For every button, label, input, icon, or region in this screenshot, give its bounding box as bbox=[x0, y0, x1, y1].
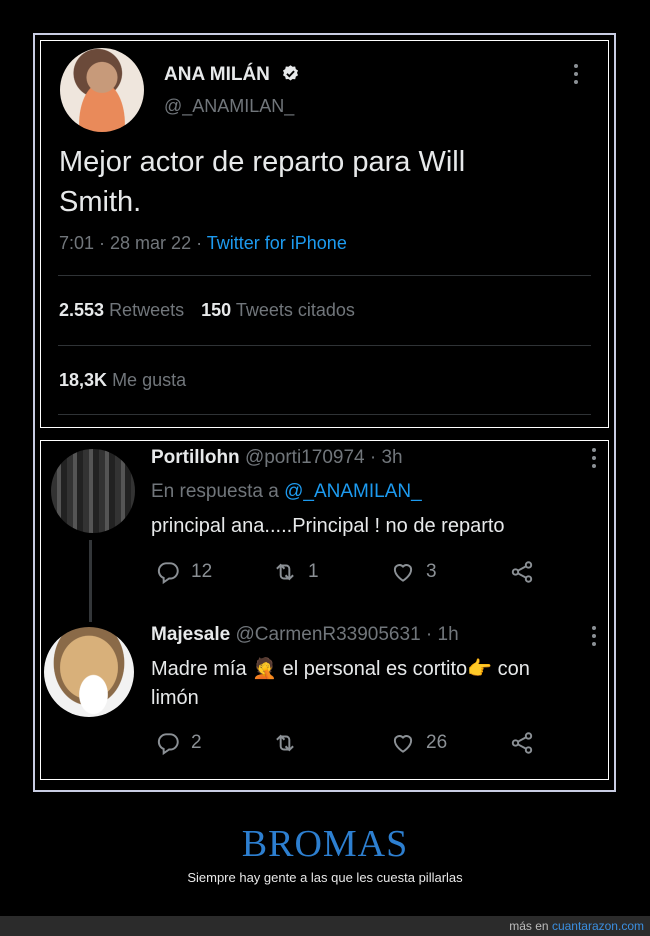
likes-stats[interactable]: 18,3K Me gusta bbox=[59, 370, 186, 391]
caption-subtitle: Siempre hay gente a las que les cuesta p… bbox=[187, 870, 463, 885]
divider bbox=[58, 345, 591, 346]
reply1-author-name[interactable]: Portillohn bbox=[151, 447, 240, 468]
reply1-reply-to: En respuesta a @_ANAMILAN_ bbox=[151, 481, 422, 503]
heart-icon bbox=[393, 564, 413, 582]
reply2-text-line1: Madre mía 🤦 el personal es cortito👉 con bbox=[151, 658, 530, 680]
reply1-share-button[interactable] bbox=[509, 559, 535, 585]
majesale-avatar[interactable] bbox=[44, 627, 134, 717]
share-icon bbox=[511, 561, 533, 583]
author-name-text: ANA MILÁN bbox=[164, 64, 270, 85]
reply2-handle-time[interactable]: @CarmenR33905631 · 1h bbox=[236, 624, 459, 645]
reply1-reply-button[interactable]: 12 bbox=[155, 559, 212, 585]
quotes-count[interactable]: 150 bbox=[201, 300, 231, 320]
retweet-icon bbox=[276, 734, 294, 752]
reply1-text: principal ana.....Principal ! no de repa… bbox=[151, 515, 505, 537]
reply2-header: Majesale @CarmenR33905631 · 1h bbox=[151, 624, 459, 646]
retweet-count: 1 bbox=[308, 561, 319, 582]
reply-count: 12 bbox=[191, 561, 213, 582]
footer-prefix: más en bbox=[509, 919, 549, 933]
reply2-share-button[interactable] bbox=[509, 730, 535, 756]
main-handle[interactable]: @_ANAMILAN_ bbox=[164, 96, 294, 117]
likes-label: Me gusta bbox=[112, 370, 187, 390]
footer-bar: más en cuantarazon.com bbox=[0, 916, 650, 936]
portillohn-avatar[interactable] bbox=[51, 449, 135, 533]
reply-to-label: En respuesta a bbox=[151, 481, 279, 502]
retweet-icon bbox=[276, 563, 294, 581]
likes-count: 18,3K bbox=[59, 370, 108, 390]
verified-icon bbox=[283, 65, 299, 81]
quotes-label[interactable]: Tweets citados bbox=[236, 300, 355, 320]
divider bbox=[58, 275, 591, 276]
retweets-count[interactable]: 2.553 bbox=[59, 300, 104, 320]
divider bbox=[58, 414, 591, 415]
reply1-like-button[interactable]: 3 bbox=[390, 559, 437, 585]
reply-icon bbox=[157, 562, 179, 585]
more-options-icon[interactable] bbox=[591, 448, 597, 472]
reply-icon bbox=[157, 733, 179, 756]
more-options-icon[interactable] bbox=[573, 64, 579, 88]
reply2-reply-button[interactable]: 2 bbox=[155, 730, 202, 756]
reply2-retweet-button[interactable] bbox=[272, 730, 308, 756]
tweet-source-link[interactable]: Twitter for iPhone bbox=[207, 233, 347, 253]
more-options-icon[interactable] bbox=[591, 626, 597, 650]
reply-count: 2 bbox=[191, 732, 202, 753]
reply1-retweet-button[interactable]: 1 bbox=[272, 559, 319, 585]
retweets-label[interactable]: Retweets bbox=[109, 300, 184, 320]
reply2-author-name[interactable]: Majesale bbox=[151, 624, 230, 645]
reply-to-handle-link[interactable]: @_ANAMILAN_ bbox=[284, 481, 422, 502]
share-icon bbox=[511, 732, 533, 754]
caption-title: BROMAS bbox=[241, 823, 409, 865]
tweet-text-line2: Smith. bbox=[59, 186, 142, 218]
tweet-text-line1: Mejor actor de reparto para Will bbox=[59, 146, 466, 178]
reply2-like-button[interactable]: 26 bbox=[390, 730, 447, 756]
engagement-stats: 2.553 Retweets 150 Tweets citados bbox=[59, 300, 355, 321]
reply1-handle-time[interactable]: @porti170974 · 3h bbox=[245, 447, 403, 468]
tweet-timestamp: 7:01 · 28 mar 22 · bbox=[59, 233, 203, 253]
tweet-meta: 7:01 · 28 mar 22 · Twitter for iPhone bbox=[59, 233, 347, 254]
main-author-name[interactable]: ANA MILÁN bbox=[164, 64, 300, 86]
site-link[interactable]: cuantarazon.com bbox=[552, 919, 644, 933]
footer-text: más en cuantarazon.com bbox=[509, 919, 644, 933]
reply2-text-line2: limón bbox=[151, 687, 199, 709]
like-count: 26 bbox=[426, 732, 448, 753]
like-count: 3 bbox=[426, 561, 437, 582]
ana-milan-avatar[interactable] bbox=[60, 48, 144, 132]
thread-line bbox=[89, 540, 92, 622]
reply1-header: Portillohn @porti170974 · 3h bbox=[151, 447, 403, 469]
heart-icon bbox=[393, 735, 413, 753]
